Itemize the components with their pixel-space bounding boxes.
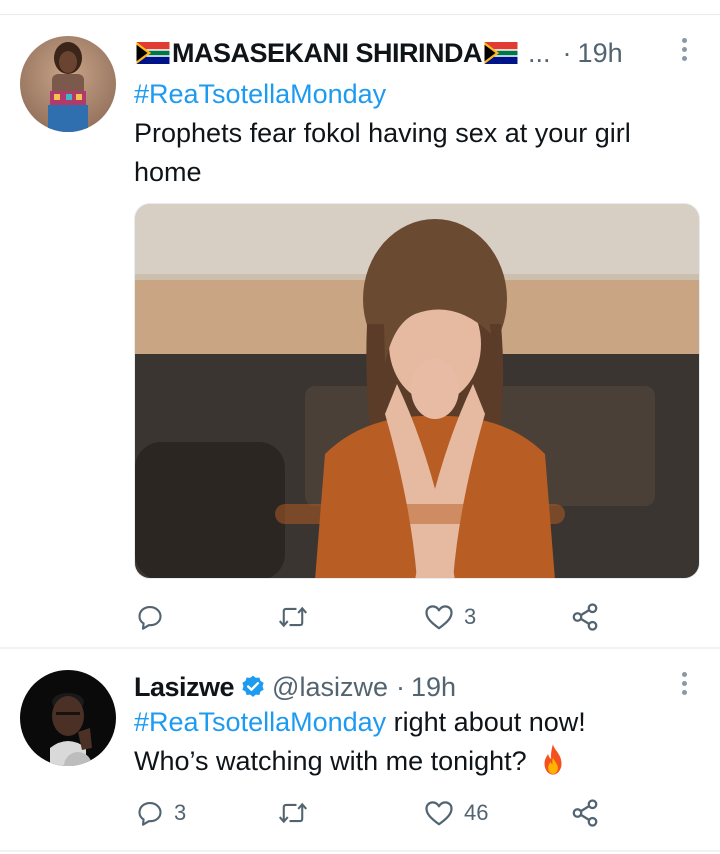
tweet-body-line1: right about now! <box>386 707 586 737</box>
reply-count: 3 <box>174 800 187 825</box>
author-name[interactable]: Lasizwe <box>134 672 235 703</box>
hashtag-link[interactable]: #ReaTsotellaMonday <box>134 707 386 737</box>
user-avatar[interactable] <box>20 670 116 766</box>
south-africa-flag-icon <box>136 42 170 64</box>
retweet-button[interactable] <box>278 793 318 833</box>
more-options-icon[interactable] <box>682 672 688 699</box>
dot-separator: · <box>395 671 405 702</box>
south-africa-flag-icon <box>484 42 518 64</box>
share-icon <box>572 603 598 631</box>
verified-badge-icon <box>242 675 264 697</box>
tweet-body: Prophets fear fokol having sex at your g… <box>134 118 631 187</box>
tweet-timestamp[interactable]: 19h <box>578 38 623 69</box>
avatar-photo <box>20 36 116 132</box>
like-count: 3 <box>464 604 477 629</box>
tweet-divider <box>0 647 720 649</box>
tweet-body-line2: Who’s watching with me tonight? <box>134 746 527 776</box>
tweet-actions: 3 <box>134 597 614 637</box>
dot-separator: · <box>562 37 572 68</box>
tweet-timestamp[interactable]: 19h <box>411 672 456 703</box>
tweet-media-photo[interactable] <box>134 203 700 579</box>
reply-icon <box>138 802 162 826</box>
tweet-text: #ReaTsotellaMonday Prophets fear fokol h… <box>134 75 704 192</box>
heart-icon <box>425 801 453 826</box>
like-button[interactable]: 46 <box>424 793 488 833</box>
tweet-text: #ReaTsotellaMonday right about now! Who’… <box>134 703 704 781</box>
name-truncation: ... <box>528 37 551 68</box>
tweet-header: MASASEKANI SHIRINDA ... · 19h <box>134 35 623 71</box>
retweet-icon <box>278 802 308 824</box>
share-button[interactable] <box>570 597 600 637</box>
author-name[interactable]: MASASEKANI SHIRINDA <box>172 38 483 69</box>
like-button[interactable]: 3 <box>424 597 476 637</box>
fire-emoji-icon <box>544 744 562 775</box>
tweet-card[interactable]: MASASEKANI SHIRINDA ... · 19h #ReaTsotel… <box>0 15 720 647</box>
tweet-header: Lasizwe @lasizwe · 19h <box>134 669 456 705</box>
reply-button[interactable]: 3 <box>136 793 186 833</box>
tweet-divider <box>0 850 720 852</box>
tweet-actions: 3 46 <box>134 793 614 833</box>
author-handle[interactable]: @lasizwe <box>272 672 388 703</box>
share-button[interactable] <box>570 793 600 833</box>
reply-button[interactable] <box>136 597 174 637</box>
share-icon <box>572 799 598 827</box>
avatar-photo <box>20 670 116 766</box>
photo-woman-thinking <box>135 204 699 578</box>
user-avatar[interactable] <box>20 36 116 132</box>
heart-icon <box>425 605 453 630</box>
more-options-icon[interactable] <box>682 38 688 65</box>
retweet-icon <box>278 606 308 628</box>
like-count: 46 <box>464 800 489 825</box>
retweet-button[interactable] <box>278 597 318 637</box>
tweet-card[interactable]: Lasizwe @lasizwe · 19h #ReaTsotellaMonda… <box>0 650 720 850</box>
hashtag-link[interactable]: #ReaTsotellaMonday <box>134 79 386 109</box>
reply-icon <box>138 606 162 630</box>
